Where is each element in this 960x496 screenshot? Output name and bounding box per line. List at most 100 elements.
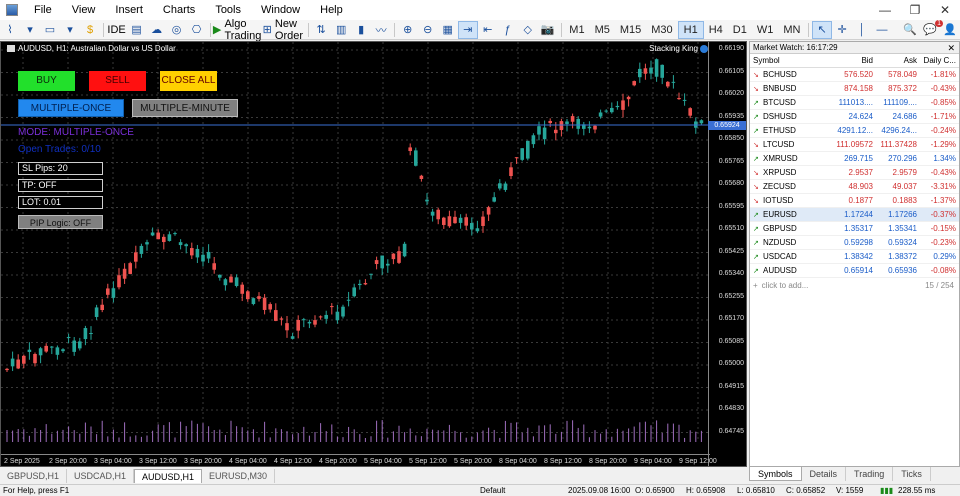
- autoscroll-icon[interactable]: ⇥: [457, 20, 478, 39]
- algo-trading-button[interactable]: ▶ Algo Trading: [213, 18, 261, 42]
- calendar-icon[interactable]: ▤: [127, 21, 147, 39]
- tile-windows-icon[interactable]: ▦: [438, 21, 458, 39]
- sell-button[interactable]: SELL: [89, 71, 146, 91]
- ide-button[interactable]: IDE: [107, 21, 127, 39]
- tab-ticks[interactable]: Ticks: [893, 467, 931, 481]
- new-order-button[interactable]: ⊞ New Order: [261, 18, 304, 42]
- candle-body: [576, 118, 580, 129]
- market-watch-row[interactable]: ↗ USDCAD 1.38342 1.38372 0.29%: [750, 250, 959, 264]
- sl-pips-field[interactable]: SL Pips: 20: [18, 162, 103, 175]
- market-watch-row[interactable]: ↘ XRPUSD 2.9537 2.9579 -0.43%: [750, 166, 959, 180]
- templates-icon[interactable]: ▭: [40, 21, 60, 39]
- mode-once-button[interactable]: MULTIPLE-ONCE: [18, 99, 124, 117]
- column-ask[interactable]: Ask: [876, 56, 920, 65]
- cursor-icon[interactable]: ↖: [812, 20, 833, 39]
- market-watch-row[interactable]: ↗ XMRUSD 269.715 270.296 1.34%: [750, 152, 959, 166]
- buy-button[interactable]: BUY: [18, 71, 75, 91]
- cloud-icon[interactable]: ☁: [147, 21, 167, 39]
- timeframe-h1[interactable]: H1: [677, 20, 704, 39]
- tab-usdcad[interactable]: USDCAD,H1: [67, 469, 135, 483]
- chevron-down-icon[interactable]: ▾: [60, 21, 80, 39]
- market-watch-row[interactable]: ↘ ZECUSD 48.903 49.037 -3.31%: [750, 180, 959, 194]
- line-chart-icon[interactable]: 〰: [371, 21, 391, 39]
- trade-levels-icon[interactable]: ⇅: [311, 21, 331, 39]
- add-symbol-row[interactable]: + click to add... 15 / 254: [750, 278, 959, 292]
- search-icon[interactable]: 🔍: [900, 21, 920, 39]
- menu-tools[interactable]: Tools: [205, 4, 251, 16]
- account-icon[interactable]: 👤: [940, 21, 960, 39]
- indicators-icon[interactable]: ƒ: [498, 21, 518, 39]
- pip-logic-button[interactable]: PIP Logic: OFF: [18, 215, 103, 229]
- vertical-line-icon[interactable]: │: [852, 21, 872, 39]
- horizontal-line-icon[interactable]: —: [872, 21, 892, 39]
- market-icon[interactable]: $: [80, 21, 100, 39]
- signals-icon[interactable]: ◎: [167, 21, 187, 39]
- zoom-out-icon[interactable]: ⊖: [418, 21, 438, 39]
- market-watch-row[interactable]: ↘ IOTUSD 0.1877 0.1883 -1.37%: [750, 194, 959, 208]
- candle-body: [352, 287, 356, 297]
- tab-gbpusd[interactable]: GBPUSD,H1: [0, 469, 68, 483]
- menu-help[interactable]: Help: [310, 4, 353, 16]
- tab-symbols[interactable]: Symbols: [749, 467, 802, 481]
- menu-file[interactable]: File: [24, 4, 62, 16]
- close-icon[interactable]: ✕: [947, 42, 955, 54]
- column-symbol[interactable]: Symbol: [750, 56, 834, 65]
- zoom-in-icon[interactable]: ⊕: [398, 21, 418, 39]
- market-watch-row[interactable]: ↗ NZDUSD 0.59298 0.59324 -0.23%: [750, 236, 959, 250]
- restore-button[interactable]: ❐: [900, 3, 930, 17]
- ask-cell: 4296.24...: [881, 126, 917, 135]
- candle-body: [391, 253, 396, 260]
- menu-insert[interactable]: Insert: [105, 4, 153, 16]
- timeframe-m5[interactable]: M5: [590, 21, 615, 39]
- vps-icon[interactable]: ⎔: [187, 21, 207, 39]
- close-window-button[interactable]: ✕: [930, 3, 960, 17]
- screenshot-icon[interactable]: 📷: [538, 21, 558, 39]
- bar-chart-icon[interactable]: ▥: [331, 21, 351, 39]
- candle-body: [447, 216, 452, 227]
- chart-type-icon[interactable]: ⌇: [0, 21, 20, 39]
- notifications-icon[interactable]: 💬 1: [920, 19, 944, 39]
- objects-icon[interactable]: ◇: [518, 21, 538, 39]
- column-daily-change[interactable]: Daily C...: [920, 56, 959, 65]
- timeframe-m15[interactable]: M15: [615, 21, 646, 39]
- timeframe-m30[interactable]: M30: [646, 21, 677, 39]
- crosshair-icon[interactable]: ✛: [832, 21, 852, 39]
- candle-body: [369, 273, 373, 275]
- market-watch-row[interactable]: ↗ EURUSD 1.17244 1.17266 -0.37%: [750, 208, 959, 222]
- arrow-down-icon: ↘: [753, 184, 759, 191]
- menu-view[interactable]: View: [62, 4, 106, 16]
- chart-shift-icon[interactable]: ⇤: [478, 21, 498, 39]
- close-all-button[interactable]: CLOSE ALL: [160, 71, 217, 91]
- price-axis[interactable]: 0.66190 0.66105 0.66020 0.65935 0.65850 0.657…: [708, 42, 746, 466]
- lot-field[interactable]: LOT: 0.01: [18, 196, 103, 209]
- tp-field[interactable]: TP: OFF: [18, 179, 103, 192]
- timeframe-mn[interactable]: MN: [778, 21, 805, 39]
- tab-audusd[interactable]: AUDUSD,H1: [134, 469, 203, 483]
- market-watch-row[interactable]: ↗ BTCUSD 111013.... 111109.... -0.85%: [750, 96, 959, 110]
- candlestick-icon[interactable]: ▮: [351, 21, 371, 39]
- market-watch-row[interactable]: ↗ ETHUSD 4291.12... 4296.24... -0.24%: [750, 124, 959, 138]
- tab-trading[interactable]: Trading: [846, 467, 894, 481]
- timeframe-h4[interactable]: H4: [704, 21, 728, 39]
- market-watch-row[interactable]: ↘ BCHUSD 576.520 578.049 -1.81%: [750, 68, 959, 82]
- menu-charts[interactable]: Charts: [153, 4, 205, 16]
- mode-minute-button[interactable]: MULTIPLE-MINUTE: [132, 99, 238, 117]
- minimize-button[interactable]: —: [870, 3, 900, 17]
- timeframe-m1[interactable]: M1: [564, 21, 589, 39]
- candle-body: [598, 112, 603, 117]
- market-watch-row[interactable]: ↗ AUDUSD 0.65914 0.65936 -0.08%: [750, 264, 959, 278]
- chart-window[interactable]: AUDUSD, H1: Australian Dollar vs US Doll…: [0, 41, 747, 467]
- menu-window[interactable]: Window: [251, 4, 310, 16]
- chevron-down-icon[interactable]: ▾: [20, 21, 40, 39]
- market-watch-row[interactable]: ↘ BNBUSD 874.158 875.372 -0.43%: [750, 82, 959, 96]
- timeframe-w1[interactable]: W1: [752, 21, 779, 39]
- tab-eurusd[interactable]: EURUSD,M30: [202, 469, 276, 483]
- tab-details[interactable]: Details: [802, 467, 847, 481]
- market-watch-row[interactable]: ↗ GBPUSD 1.35317 1.35341 -0.15%: [750, 222, 959, 236]
- timeframe-d1[interactable]: D1: [728, 21, 752, 39]
- market-watch-row[interactable]: ↗ DSHUSD 24.624 24.686 -1.71%: [750, 110, 959, 124]
- market-watch-row[interactable]: ↘ LTCUSD 111.09572 111.37428 -1.29%: [750, 138, 959, 152]
- column-bid[interactable]: Bid: [834, 56, 876, 65]
- candle-body: [419, 175, 424, 179]
- candle-body: [117, 275, 121, 288]
